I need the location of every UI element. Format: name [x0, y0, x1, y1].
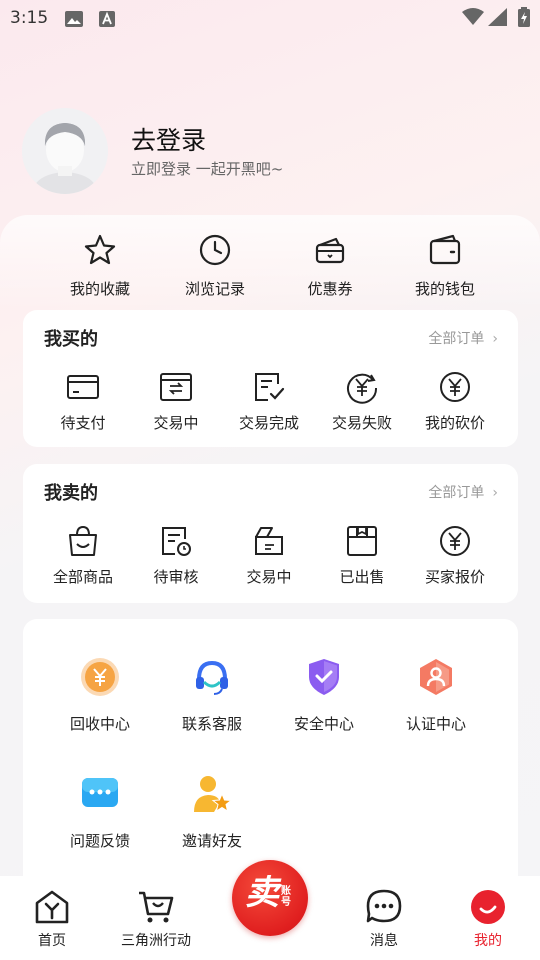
- sell-title: 我卖的: [44, 483, 98, 504]
- sell-button-label: 卖: [245, 873, 279, 913]
- security-center-label: 安全中心: [293, 715, 354, 733]
- favorites-label: 我的收藏: [69, 280, 130, 298]
- login-subtitle: 立即登录 一起开黑吧~: [131, 160, 284, 178]
- card-icon: [67, 375, 99, 399]
- sell-sold[interactable]: 已出售: [322, 524, 402, 587]
- a-icon: [98, 10, 116, 32]
- history-button[interactable]: 浏览记录: [170, 232, 260, 299]
- avatar[interactable]: [22, 108, 108, 194]
- box-icon: [255, 527, 283, 555]
- buy-failed[interactable]: 交易失败: [322, 370, 402, 433]
- buy-all-orders-link[interactable]: 全部订单 ›: [428, 328, 498, 348]
- nav-messages-label: 消息: [370, 933, 398, 949]
- invite-friends-label: 邀请好友: [181, 832, 242, 850]
- nav-mine-label: 我的: [474, 933, 502, 949]
- sell-all-goods-label: 全部商品: [52, 568, 113, 586]
- buy-bargain-label: 我的砍价: [424, 414, 485, 432]
- profile-icon: [471, 890, 505, 924]
- feedback-label: 问题反馈: [69, 832, 130, 850]
- done-icon: [255, 373, 285, 401]
- buy-in-progress-label: 交易中: [153, 414, 199, 432]
- buy-failed-label: 交易失败: [331, 414, 392, 432]
- coupon-icon: [315, 237, 345, 264]
- clock-icon: [199, 234, 231, 266]
- sell-buyer-quote[interactable]: 买家报价: [415, 524, 495, 587]
- invite-friends[interactable]: 邀请好友: [162, 774, 262, 851]
- bag-icon: [69, 525, 97, 556]
- sell-all-orders-link[interactable]: 全部订单 ›: [428, 482, 498, 502]
- sell-all-goods[interactable]: 全部商品: [43, 524, 123, 587]
- sell-buyer-quote-label: 买家报价: [424, 568, 485, 586]
- wallet-label: 我的钱包: [414, 280, 475, 298]
- nav-home[interactable]: 首页: [2, 888, 102, 950]
- sell-in-progress-label: 交易中: [246, 568, 292, 586]
- buy-completed-label: 交易完成: [238, 414, 299, 432]
- cart-icon: [139, 891, 174, 923]
- buy-pending-payment[interactable]: 待支付: [43, 370, 123, 433]
- login-title[interactable]: 去登录: [131, 121, 206, 157]
- nav-messages[interactable]: 消息: [334, 888, 434, 950]
- message-icon: [366, 889, 402, 923]
- signal-icon: [488, 8, 508, 30]
- recycle-icon: [80, 657, 120, 697]
- nav-delta-force-label: 三角洲行动: [121, 933, 191, 949]
- services-card: 回收中心 联系客服 安全中心 认证中心 问题反馈 邀请好友: [23, 619, 518, 899]
- sell-pending-review-label: 待审核: [153, 568, 199, 586]
- buy-pending-payment-label: 待支付: [60, 414, 106, 432]
- failed-icon: [347, 373, 378, 404]
- star-icon: [84, 234, 116, 265]
- buy-completed[interactable]: 交易完成: [229, 370, 309, 433]
- nav-home-label: 首页: [38, 933, 66, 949]
- image-icon: [64, 10, 84, 32]
- buy-in-progress[interactable]: 交易中: [136, 370, 216, 433]
- wallet-button[interactable]: 我的钱包: [400, 232, 490, 299]
- feedback-icon: [80, 774, 120, 814]
- buy-all-orders-label: 全部订单: [428, 331, 485, 347]
- buy-title: 我买的: [44, 329, 98, 350]
- invite-icon: [192, 774, 233, 814]
- quote-icon: [440, 526, 470, 556]
- contact-support[interactable]: 联系客服: [162, 657, 262, 734]
- sell-card: 我卖的 全部订单 › 全部商品 待审核 交易中 已出售 买家报价: [23, 464, 518, 603]
- chevron-right-icon: ›: [492, 485, 498, 501]
- nav-delta-force[interactable]: 三角洲行动: [106, 888, 206, 950]
- sell-account-button[interactable]: 卖 账号: [232, 860, 308, 936]
- sold-icon: [347, 526, 377, 556]
- sell-button-sublabel: 账号: [281, 886, 291, 908]
- contact-support-label: 联系客服: [181, 715, 242, 733]
- wifi-icon: [462, 8, 484, 30]
- exchange-icon: [160, 373, 192, 401]
- status-time: 3:15: [10, 8, 49, 28]
- buy-bargain[interactable]: 我的砍价: [415, 370, 495, 433]
- sell-pending-review[interactable]: 待审核: [136, 524, 216, 587]
- shield-icon: [304, 657, 344, 697]
- status-bar: 3:15: [0, 0, 540, 36]
- home-icon: [35, 890, 69, 924]
- certify-icon: [416, 657, 456, 697]
- coupon-button[interactable]: 优惠券: [285, 232, 375, 299]
- favorites-button[interactable]: 我的收藏: [55, 232, 145, 299]
- nav-mine[interactable]: 我的: [438, 888, 538, 950]
- recycle-center[interactable]: 回收中心: [50, 657, 150, 734]
- coupon-label: 优惠券: [307, 280, 353, 298]
- certification-center[interactable]: 认证中心: [386, 657, 486, 734]
- sell-all-orders-label: 全部订单: [428, 485, 485, 501]
- feedback[interactable]: 问题反馈: [50, 774, 150, 851]
- headset-icon: [192, 657, 232, 697]
- sell-sold-label: 已出售: [339, 568, 385, 586]
- bargain-icon: [440, 372, 470, 402]
- review-icon: [162, 527, 191, 556]
- security-center[interactable]: 安全中心: [274, 657, 374, 734]
- history-label: 浏览记录: [184, 280, 245, 298]
- buy-card: 我买的 全部订单 › 待支付 交易中 交易完成 交易失败 我的砍价: [23, 310, 518, 447]
- sell-in-progress[interactable]: 交易中: [229, 524, 309, 587]
- certification-center-label: 认证中心: [405, 715, 466, 733]
- wallet-icon: [429, 234, 461, 265]
- chevron-right-icon: ›: [492, 331, 498, 347]
- battery-icon: [518, 7, 530, 31]
- recycle-center-label: 回收中心: [69, 715, 130, 733]
